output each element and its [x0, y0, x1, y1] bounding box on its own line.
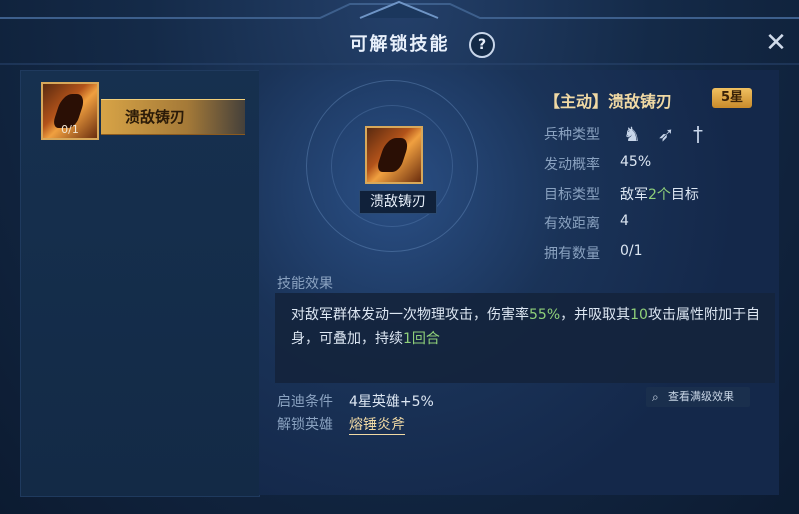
- unlock-hero-label: 解锁英雄: [277, 417, 333, 433]
- window-title: 可解锁技能: [349, 34, 450, 55]
- cavalry-icon: ♞: [623, 122, 641, 146]
- enlighten-condition-row: 启迪条件 4星英雄+5%: [277, 391, 434, 411]
- skill-icon: 0/1: [41, 82, 99, 140]
- owned-row: 拥有数量 0/1: [544, 243, 643, 263]
- target-type-value: 敌军2个目标: [620, 187, 699, 203]
- archer-icon: ➶: [657, 122, 675, 146]
- view-max-level-button[interactable]: ⌕ 查看满级效果: [646, 387, 750, 407]
- troop-type-label: 兵种类型: [544, 127, 600, 143]
- owned-value: 0/1: [620, 243, 643, 259]
- enlighten-value: 4星英雄+5%: [349, 394, 434, 410]
- trigger-rate-label: 发动概率: [544, 157, 600, 173]
- target-type-row: 目标类型 敌军2个目标: [544, 184, 699, 204]
- skill-list-item[interactable]: 0/1 溃敌铸刃: [41, 82, 245, 142]
- question-icon[interactable]: ?: [469, 32, 495, 58]
- infantry-icon: †: [693, 122, 703, 146]
- owned-label: 拥有数量: [544, 246, 600, 262]
- troop-type-row: 兵种类型: [544, 124, 600, 144]
- effect-description: 对敌军群体发动一次物理攻击，伤害率55%，并吸取其10攻击属性附加于自身，可叠加…: [291, 307, 760, 347]
- preview-skill-name: 溃敌铸刃: [359, 190, 437, 214]
- target-type-label: 目标类型: [544, 187, 600, 203]
- range-label: 有效距离: [544, 216, 600, 232]
- view-max-label: 查看满级效果: [668, 390, 734, 403]
- trigger-rate-row: 发动概率 45%: [544, 154, 651, 174]
- trigger-rate-value: 45%: [620, 154, 652, 170]
- skill-list-panel: 0/1 溃敌铸刃: [20, 70, 260, 497]
- preview-skill-icon: [365, 126, 423, 184]
- unlock-hero-row: 解锁英雄 熔锤炎斧: [277, 414, 405, 435]
- enlighten-label: 启迪条件: [277, 394, 333, 410]
- warrior-figure-icon: [375, 138, 411, 172]
- effect-box: 对敌军群体发动一次物理攻击，伤害率55%，并吸取其10攻击属性附加于自身，可叠加…: [275, 293, 775, 383]
- unlock-hero-link[interactable]: 熔锤炎斧: [349, 414, 405, 435]
- close-icon[interactable]: ✕: [763, 30, 789, 56]
- effect-heading: 技能效果: [277, 276, 333, 292]
- range-value: 4: [620, 213, 629, 229]
- star-badge: 5星: [712, 88, 752, 108]
- skill-title: 【主动】溃敌铸刃: [544, 92, 673, 111]
- search-icon: ⌕: [652, 390, 659, 404]
- range-row: 有效距离 4: [544, 213, 629, 233]
- skill-owned-count: 0/1: [61, 123, 79, 136]
- skill-list-item-label: 溃敌铸刃: [125, 108, 186, 126]
